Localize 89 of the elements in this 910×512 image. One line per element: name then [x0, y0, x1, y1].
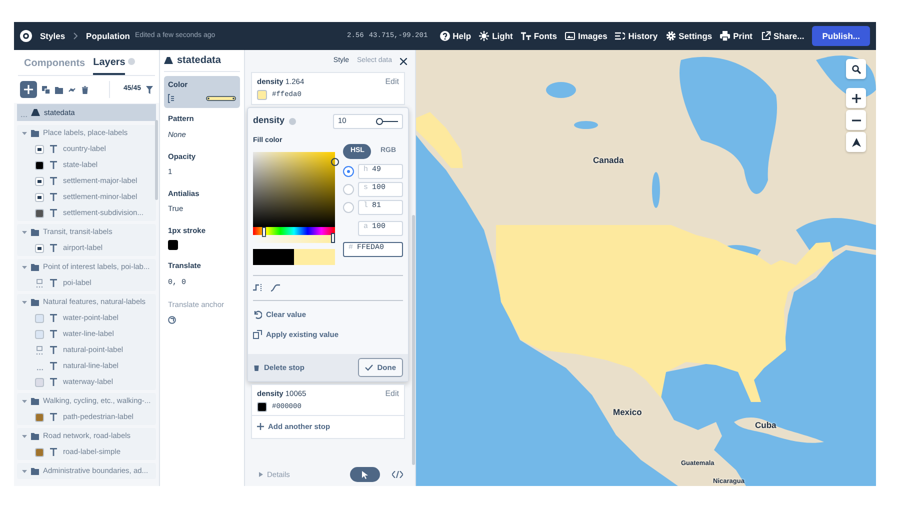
panel-tab[interactable]: Layers [93, 54, 126, 75]
pointer-mode-button[interactable] [350, 467, 380, 482]
image-swatch-icon [35, 244, 44, 252]
picker-handle[interactable] [331, 158, 340, 166]
duplicate-icon[interactable] [42, 86, 50, 94]
folder-icon[interactable] [55, 86, 63, 94]
code-icon[interactable] [392, 471, 403, 478]
zoom-in-button[interactable] [846, 88, 866, 108]
anchor-map-icon [168, 316, 176, 324]
help-icon [440, 31, 450, 41]
folder-icon [31, 398, 39, 404]
trash-icon[interactable] [81, 86, 89, 94]
radio-button[interactable] [343, 202, 354, 212]
interpolate-icon[interactable] [271, 284, 280, 292]
sun-icon [479, 31, 490, 41]
radio-button[interactable] [343, 166, 354, 176]
menu-item[interactable]: Light [479, 30, 513, 42]
step-function-icon[interactable] [253, 284, 262, 292]
breadcrumb-link[interactable]: Population [86, 30, 130, 42]
text-layer-icon [50, 413, 57, 421]
folder-icon [31, 468, 39, 474]
status-dot-icon [128, 58, 136, 65]
alpha-handle[interactable] [331, 233, 336, 243]
plus-icon [257, 423, 264, 430]
folder-icon [31, 264, 39, 270]
caret-right-icon [259, 472, 263, 477]
settings-icon [666, 31, 676, 41]
map-label: Mexico [613, 406, 642, 419]
edit-link[interactable]: Edit [385, 76, 399, 88]
symbol-icon [35, 278, 44, 288]
layer-title: statedata [177, 54, 221, 68]
radio-button[interactable] [343, 184, 354, 194]
undo-icon [253, 310, 262, 320]
panel-tab[interactable]: Components [24, 54, 86, 75]
compass-icon [852, 138, 860, 146]
zoom-out-button[interactable] [846, 110, 866, 130]
check-icon [365, 364, 374, 371]
menu-item[interactable]: Print [720, 30, 752, 42]
menu-item[interactable]: History [615, 30, 658, 42]
image-swatch-icon [35, 144, 44, 154]
text-layer-icon [50, 244, 57, 252]
breadcrumb-link[interactable]: Styles [40, 30, 66, 42]
alpha-slider[interactable] [253, 235, 336, 243]
slider-thumb[interactable] [376, 118, 383, 124]
folder-icon [31, 298, 39, 306]
type-icon [520, 31, 531, 41]
share-icon [760, 31, 770, 41]
publish-button[interactable]: Publish... [812, 26, 870, 46]
fill-layer-icon [164, 57, 173, 64]
edit-link[interactable]: Edit [385, 388, 399, 400]
trash-icon [253, 363, 260, 372]
apply-icon [253, 330, 262, 340]
ramp-icon [168, 94, 174, 104]
add-layer-button[interactable] [20, 81, 37, 98]
history-icon [615, 31, 626, 41]
fill-layer-icon [31, 109, 40, 116]
search-icon [852, 64, 860, 74]
slider-track[interactable] [376, 118, 398, 124]
search-button[interactable] [846, 59, 866, 79]
image-swatch-icon [35, 192, 44, 202]
plus-icon [24, 85, 33, 94]
symbol-icon [35, 346, 44, 354]
close-icon[interactable] [400, 58, 407, 64]
menu-item[interactable]: Fonts [520, 30, 557, 42]
info-icon [288, 118, 296, 124]
menu-item[interactable]: Help [440, 30, 472, 42]
folder-icon [31, 228, 39, 236]
printer-icon [720, 31, 730, 41]
map-label: Cuba [755, 419, 776, 432]
hue-handle[interactable] [262, 227, 266, 237]
menu-item[interactable]: Settings [666, 30, 712, 42]
menu-item[interactable]: Images [565, 30, 608, 42]
text-layer-icon [50, 279, 57, 287]
map-label: Canada [593, 154, 624, 167]
cursor-icon [362, 470, 368, 478]
chevron-icon [73, 32, 78, 40]
hue-slider[interactable] [253, 227, 336, 235]
logo-icon [20, 30, 32, 42]
plus-icon [852, 94, 860, 102]
folder-icon [31, 432, 39, 440]
image-swatch-icon [35, 176, 44, 186]
popover-title: density [253, 114, 285, 128]
filter-icon[interactable] [146, 86, 153, 94]
image-icon [565, 31, 575, 41]
alaska-panhandle-shape [416, 112, 463, 168]
menu-item[interactable]: Share... [760, 30, 804, 42]
text-layer-icon [50, 448, 57, 456]
folder-icon [31, 130, 39, 136]
compass-button[interactable] [846, 132, 866, 152]
